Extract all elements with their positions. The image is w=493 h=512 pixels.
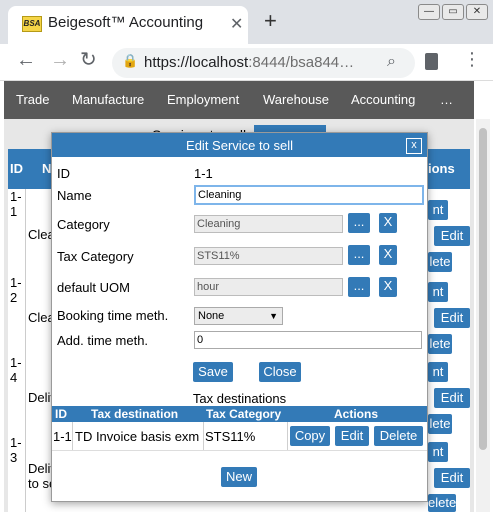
category-field: Cleaning: [194, 215, 343, 233]
dialog-close-button[interactable]: x: [406, 138, 422, 154]
booking-label: Booking time meth.: [57, 308, 169, 323]
uom-field: hour: [194, 278, 343, 296]
nav-item-manufacture[interactable]: Manufacture: [72, 92, 144, 107]
row-delete-button[interactable]: elete: [428, 494, 456, 512]
search-icon[interactable]: ⌕: [387, 53, 396, 71]
browser-tab[interactable]: BSA Beigesoft™ Accounting ✕: [8, 6, 248, 44]
minimize-window-button[interactable]: —: [418, 4, 440, 20]
uom-clear-button[interactable]: X: [379, 277, 397, 297]
table-row: 1-1 TD Invoice basis exm STS11% Copy Edi…: [52, 422, 427, 451]
add-time-input[interactable]: 0: [194, 331, 422, 349]
row-edit-button[interactable]: Edit: [434, 226, 470, 246]
header-id: ID: [10, 161, 23, 176]
row-tax-destination: TD Invoice basis exm: [75, 429, 200, 444]
tax-table-header: ID Tax destination Tax Category Actions: [52, 406, 427, 422]
tax-destinations-title: Tax destinations: [192, 391, 287, 406]
tax-category-clear-button[interactable]: X: [379, 245, 397, 265]
row-delete-button[interactable]: lete: [428, 334, 452, 354]
id-label: ID: [57, 166, 70, 181]
edit-service-dialog: Edit Service to sell x ID 1-1 Name Clean…: [51, 132, 428, 502]
tax-category-field: STS11%: [194, 247, 343, 265]
tab-title: Beigesoft™ Accounting: [48, 14, 204, 31]
scrollbar-thumb[interactable]: [479, 128, 487, 450]
name-label: Name: [57, 188, 92, 203]
favicon-icon: BSA: [22, 16, 42, 32]
category-pick-button[interactable]: ...: [348, 213, 370, 233]
reload-icon[interactable]: ↻: [80, 50, 97, 70]
col-id: ID: [55, 407, 67, 421]
back-arrow-icon[interactable]: ←: [16, 50, 36, 70]
delete-button[interactable]: Delete: [374, 426, 423, 446]
header-actions: ions: [428, 161, 455, 176]
row-print-button[interactable]: nt: [428, 442, 448, 462]
dialog-header: Edit Service to sell x: [52, 133, 427, 157]
extension-icon[interactable]: [425, 53, 438, 70]
edit-button[interactable]: Edit: [335, 426, 369, 446]
browser-toolbar: ← → ↻ 🔒 https://localhost:8444/bsa844… ⌕…: [0, 44, 493, 81]
nav-item-more[interactable]: …: [440, 92, 453, 107]
new-button[interactable]: New: [221, 467, 257, 487]
row-print-button[interactable]: nt: [428, 362, 448, 382]
row-edit-button[interactable]: Edit: [434, 308, 470, 328]
row-id: 1-1: [53, 429, 72, 444]
uom-pick-button[interactable]: ...: [348, 277, 370, 297]
category-clear-button[interactable]: X: [379, 213, 397, 233]
col-tax-destination: Tax destination: [91, 407, 179, 421]
row-id: 1-2: [8, 275, 26, 355]
nav-item-trade[interactable]: Trade: [16, 92, 49, 107]
nav-item-warehouse[interactable]: Warehouse: [263, 92, 329, 107]
address-bar[interactable]: 🔒 https://localhost:8444/bsa844… ⌕: [112, 48, 415, 78]
lock-icon: 🔒: [122, 53, 139, 68]
category-label: Category: [57, 217, 110, 232]
row-id: 1-3: [8, 435, 26, 512]
menu-dots-icon[interactable]: ⋮: [463, 50, 481, 68]
forward-arrow-icon[interactable]: →: [50, 50, 70, 70]
app-nav-bar: Trade Manufacture Employment Warehouse A…: [4, 81, 474, 119]
nav-item-employment[interactable]: Employment: [167, 92, 239, 107]
save-button[interactable]: Save: [193, 362, 233, 382]
chevron-down-icon: ▼: [269, 311, 278, 321]
row-delete-button[interactable]: lete: [428, 414, 452, 434]
header-name: N: [42, 161, 52, 176]
copy-button[interactable]: Copy: [290, 426, 330, 446]
tax-category-label: Tax Category: [57, 249, 134, 264]
tax-category-pick-button[interactable]: ...: [348, 245, 370, 265]
uom-label: default UOM: [57, 280, 130, 295]
add-time-label: Add. time meth.: [57, 333, 149, 348]
close-tab-icon[interactable]: ✕: [230, 14, 243, 34]
maximize-window-button[interactable]: ▭: [442, 4, 464, 20]
row-delete-button[interactable]: lete: [428, 252, 452, 272]
booking-selected-value: None: [198, 310, 225, 322]
dialog-title: Edit Service to sell: [186, 138, 293, 153]
booking-select[interactable]: None ▼: [194, 307, 283, 325]
row-tax-category: STS11%: [205, 429, 256, 444]
row-id: 1-1: [8, 189, 26, 275]
close-window-button[interactable]: ✕: [466, 4, 488, 20]
browser-tab-bar: BSA Beigesoft™ Accounting ✕ + — ▭ ✕: [0, 0, 493, 45]
name-input[interactable]: Cleaning: [194, 185, 424, 205]
close-button[interactable]: Close: [259, 362, 301, 382]
id-value: 1-1: [194, 166, 213, 181]
row-print-button[interactable]: nt: [428, 282, 448, 302]
row-print-button[interactable]: nt: [428, 200, 448, 220]
row-edit-button[interactable]: Edit: [434, 388, 470, 408]
row-id: 1-4: [8, 355, 26, 435]
nav-item-accounting[interactable]: Accounting: [351, 92, 415, 107]
col-actions: Actions: [334, 407, 379, 421]
new-tab-button[interactable]: +: [264, 10, 277, 32]
col-tax-category: Tax Category: [206, 407, 282, 421]
url-text: https://localhost:8444/bsa844…: [144, 54, 355, 71]
row-edit-button[interactable]: Edit: [434, 468, 470, 488]
